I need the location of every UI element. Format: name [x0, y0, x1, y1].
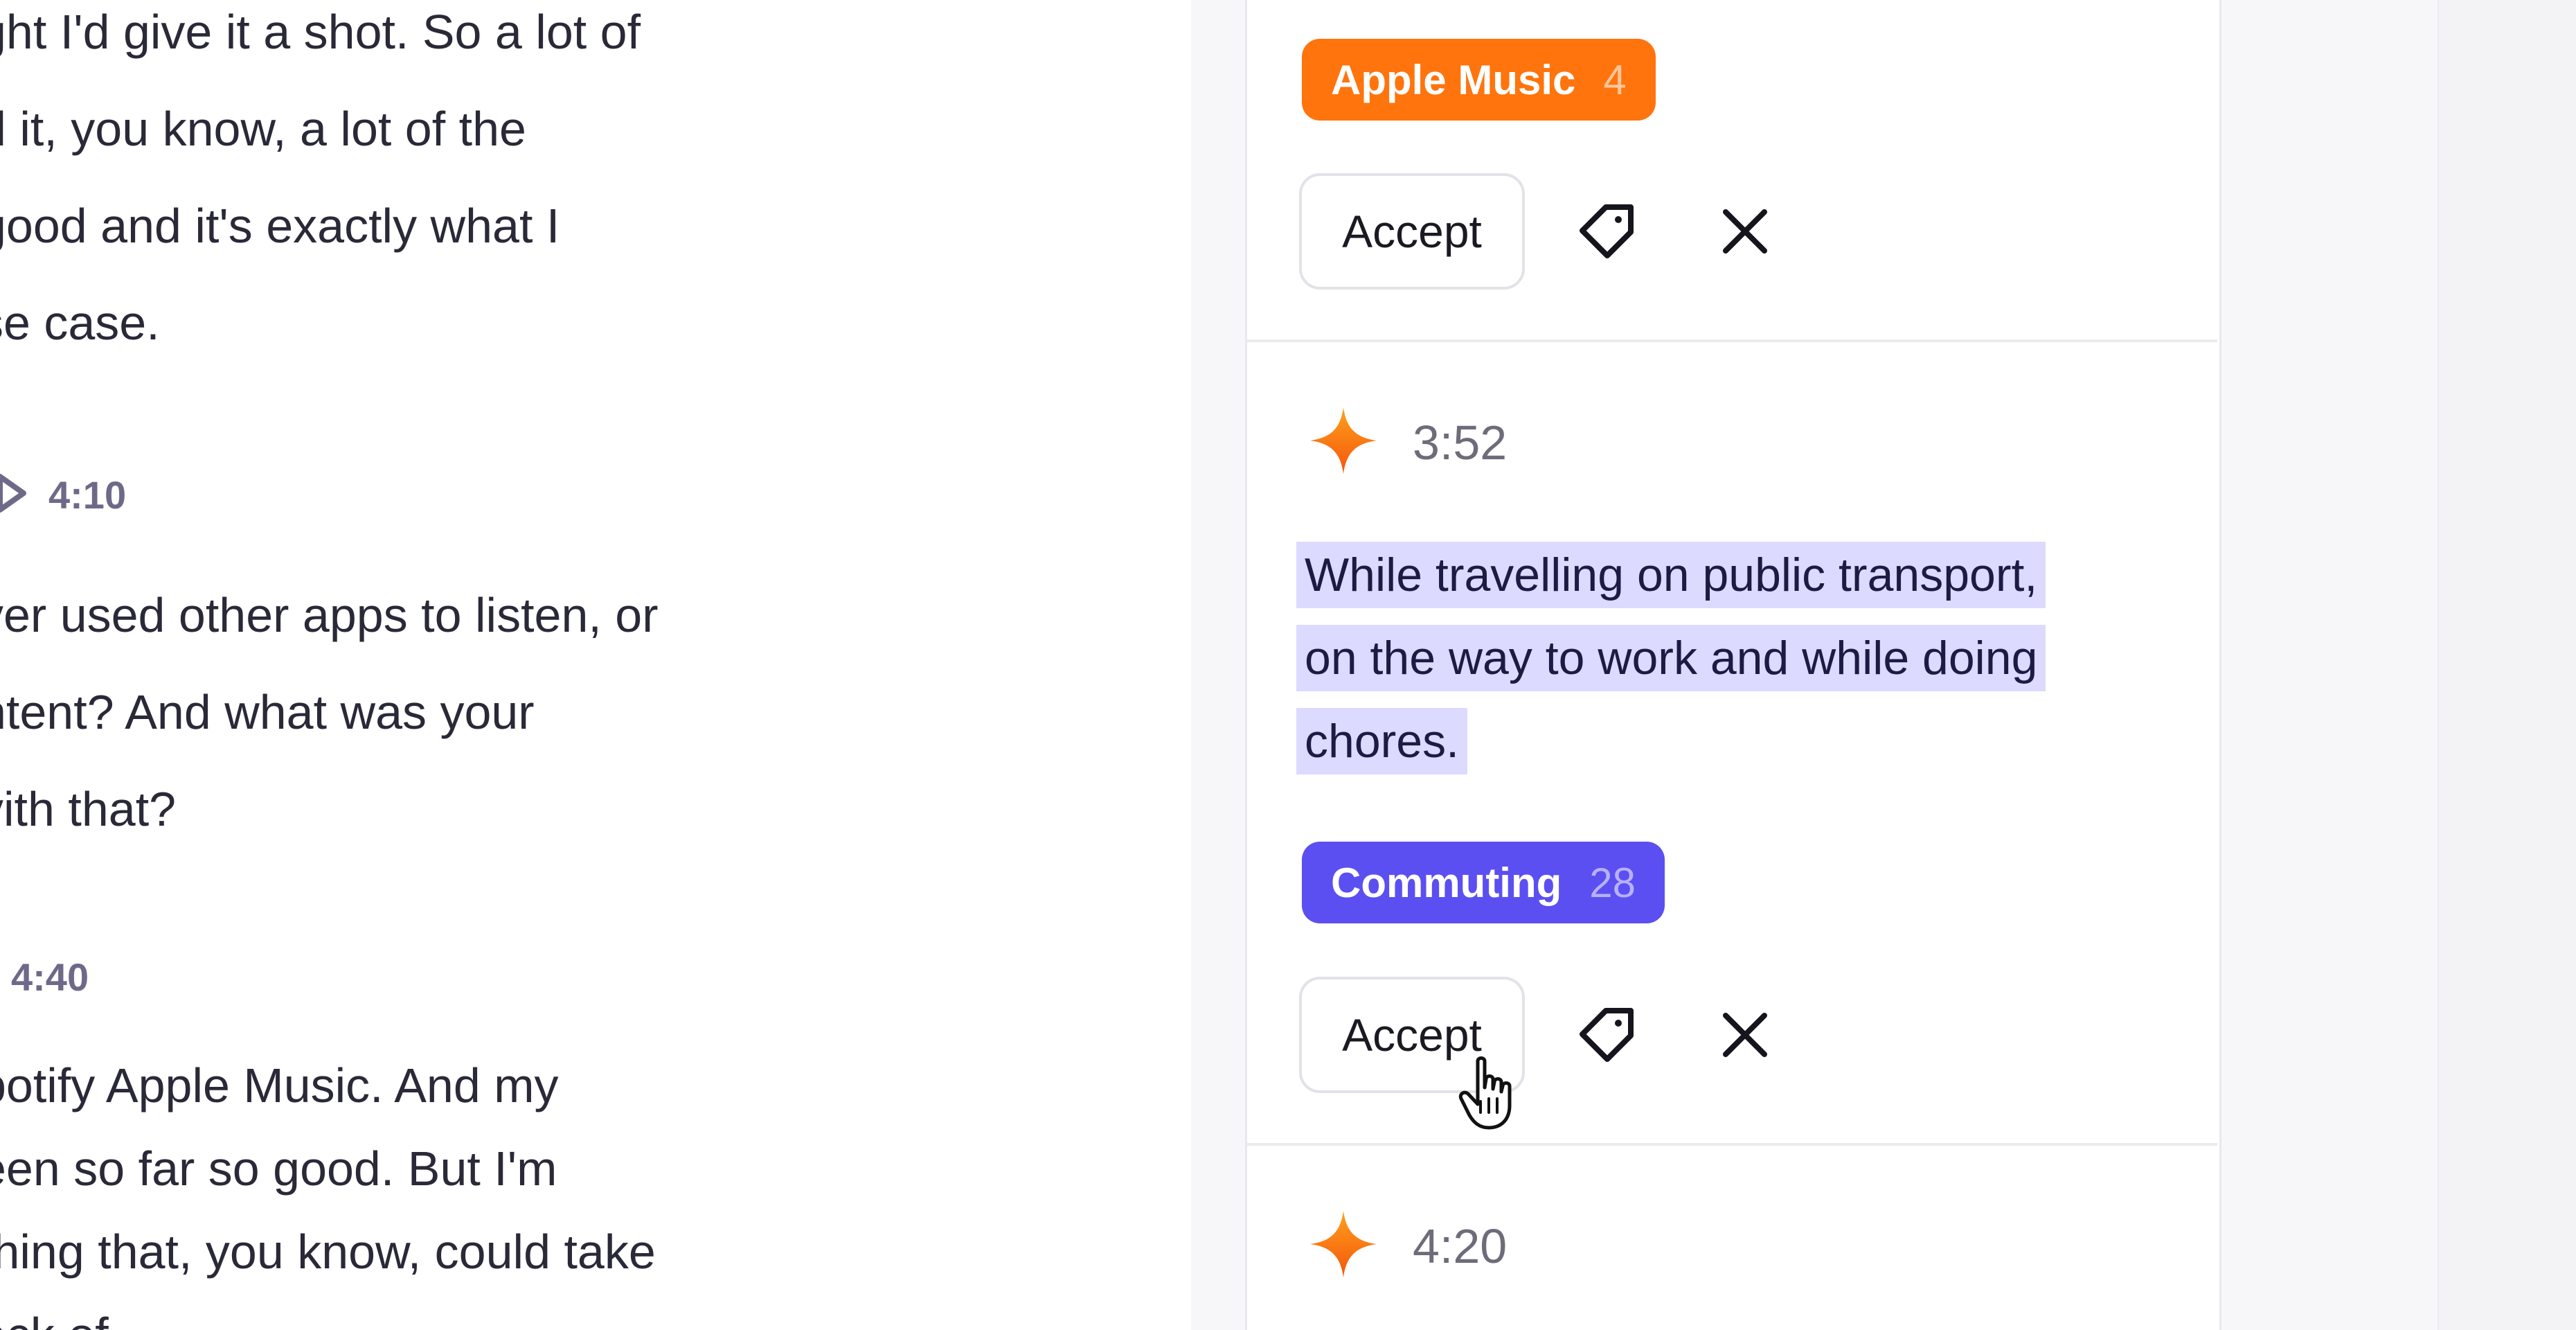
sparkle-icon	[1310, 407, 1377, 477]
highlighted-quote[interactable]: While travelling on public transport, on…	[1296, 533, 2046, 783]
sparkle-icon	[1310, 1211, 1377, 1281]
suggestion-divider	[1247, 339, 2217, 342]
tag-count: 4	[1603, 56, 1627, 103]
transcript-line: thing that, you know, could take	[0, 1225, 656, 1279]
tag-label: Commuting	[1331, 859, 1562, 906]
speaker-timestamp[interactable]: 4:40	[11, 955, 89, 1000]
play-icon[interactable]	[0, 472, 29, 517]
sidebar-edge	[2438, 0, 2576, 1330]
hand-pointer-cursor	[1457, 1056, 1523, 1132]
suggestion-divider	[1247, 1143, 2217, 1146]
transcript-paragraph: potify Apple Music. And my een so far so…	[0, 1044, 656, 1330]
transcript-line: ver used other apps to listen, or	[0, 588, 659, 642]
transcript-line: ght I'd give it a shot. So a lot of	[0, 5, 641, 59]
transcript-line: ack of ...	[0, 1293, 656, 1330]
transcript-line: ntent? And what was your	[0, 685, 535, 739]
transcript-line: d it, you know, a lot of the	[0, 102, 526, 156]
transcript-line: een so far so good. But I'm	[0, 1142, 557, 1196]
transcript-line: potify Apple Music. And my	[0, 1058, 559, 1112]
suggestion-timestamp[interactable]: 4:20	[1413, 1218, 1507, 1274]
tag-chip-commuting[interactable]: Commuting 28	[1302, 842, 1665, 923]
transcript-line: vith that?	[0, 782, 177, 836]
speaker-header: 4:40	[11, 955, 89, 1000]
transcript-line: good and it's exactly what I	[0, 199, 560, 253]
speaker-timestamp[interactable]: 4:10	[48, 472, 126, 517]
quote-line: on the way to work and while doing	[1296, 625, 2046, 691]
suggestion-timestamp[interactable]: 3:52	[1413, 415, 1507, 470]
transcript-pane: ght I'd give it a shot. So a lot of d it…	[0, 0, 1191, 1330]
tag-count: 28	[1589, 859, 1636, 906]
quote-line: While travelling on public transport,	[1296, 542, 2046, 608]
tag-label: Apple Music	[1331, 56, 1576, 103]
suggestion-header: 4:20	[1310, 1211, 1507, 1281]
transcript-paragraph: ver used other apps to listen, or ntent?…	[0, 567, 659, 858]
transcript-paragraph: ght I'd give it a shot. So a lot of d it…	[0, 0, 641, 371]
tag-icon[interactable]	[1572, 197, 1641, 266]
tag-icon[interactable]	[1572, 1000, 1641, 1070]
quote-line: chores.	[1296, 708, 1467, 774]
close-icon[interactable]	[1710, 1000, 1780, 1070]
tag-chip-apple-music[interactable]: Apple Music 4	[1302, 39, 1656, 121]
transcript-line: se case.	[0, 296, 160, 350]
close-icon[interactable]	[1710, 197, 1780, 266]
suggestion-header: 3:52	[1310, 407, 1507, 477]
accept-button[interactable]: Accept	[1299, 173, 1525, 290]
speaker-header: 4:10	[0, 472, 126, 517]
